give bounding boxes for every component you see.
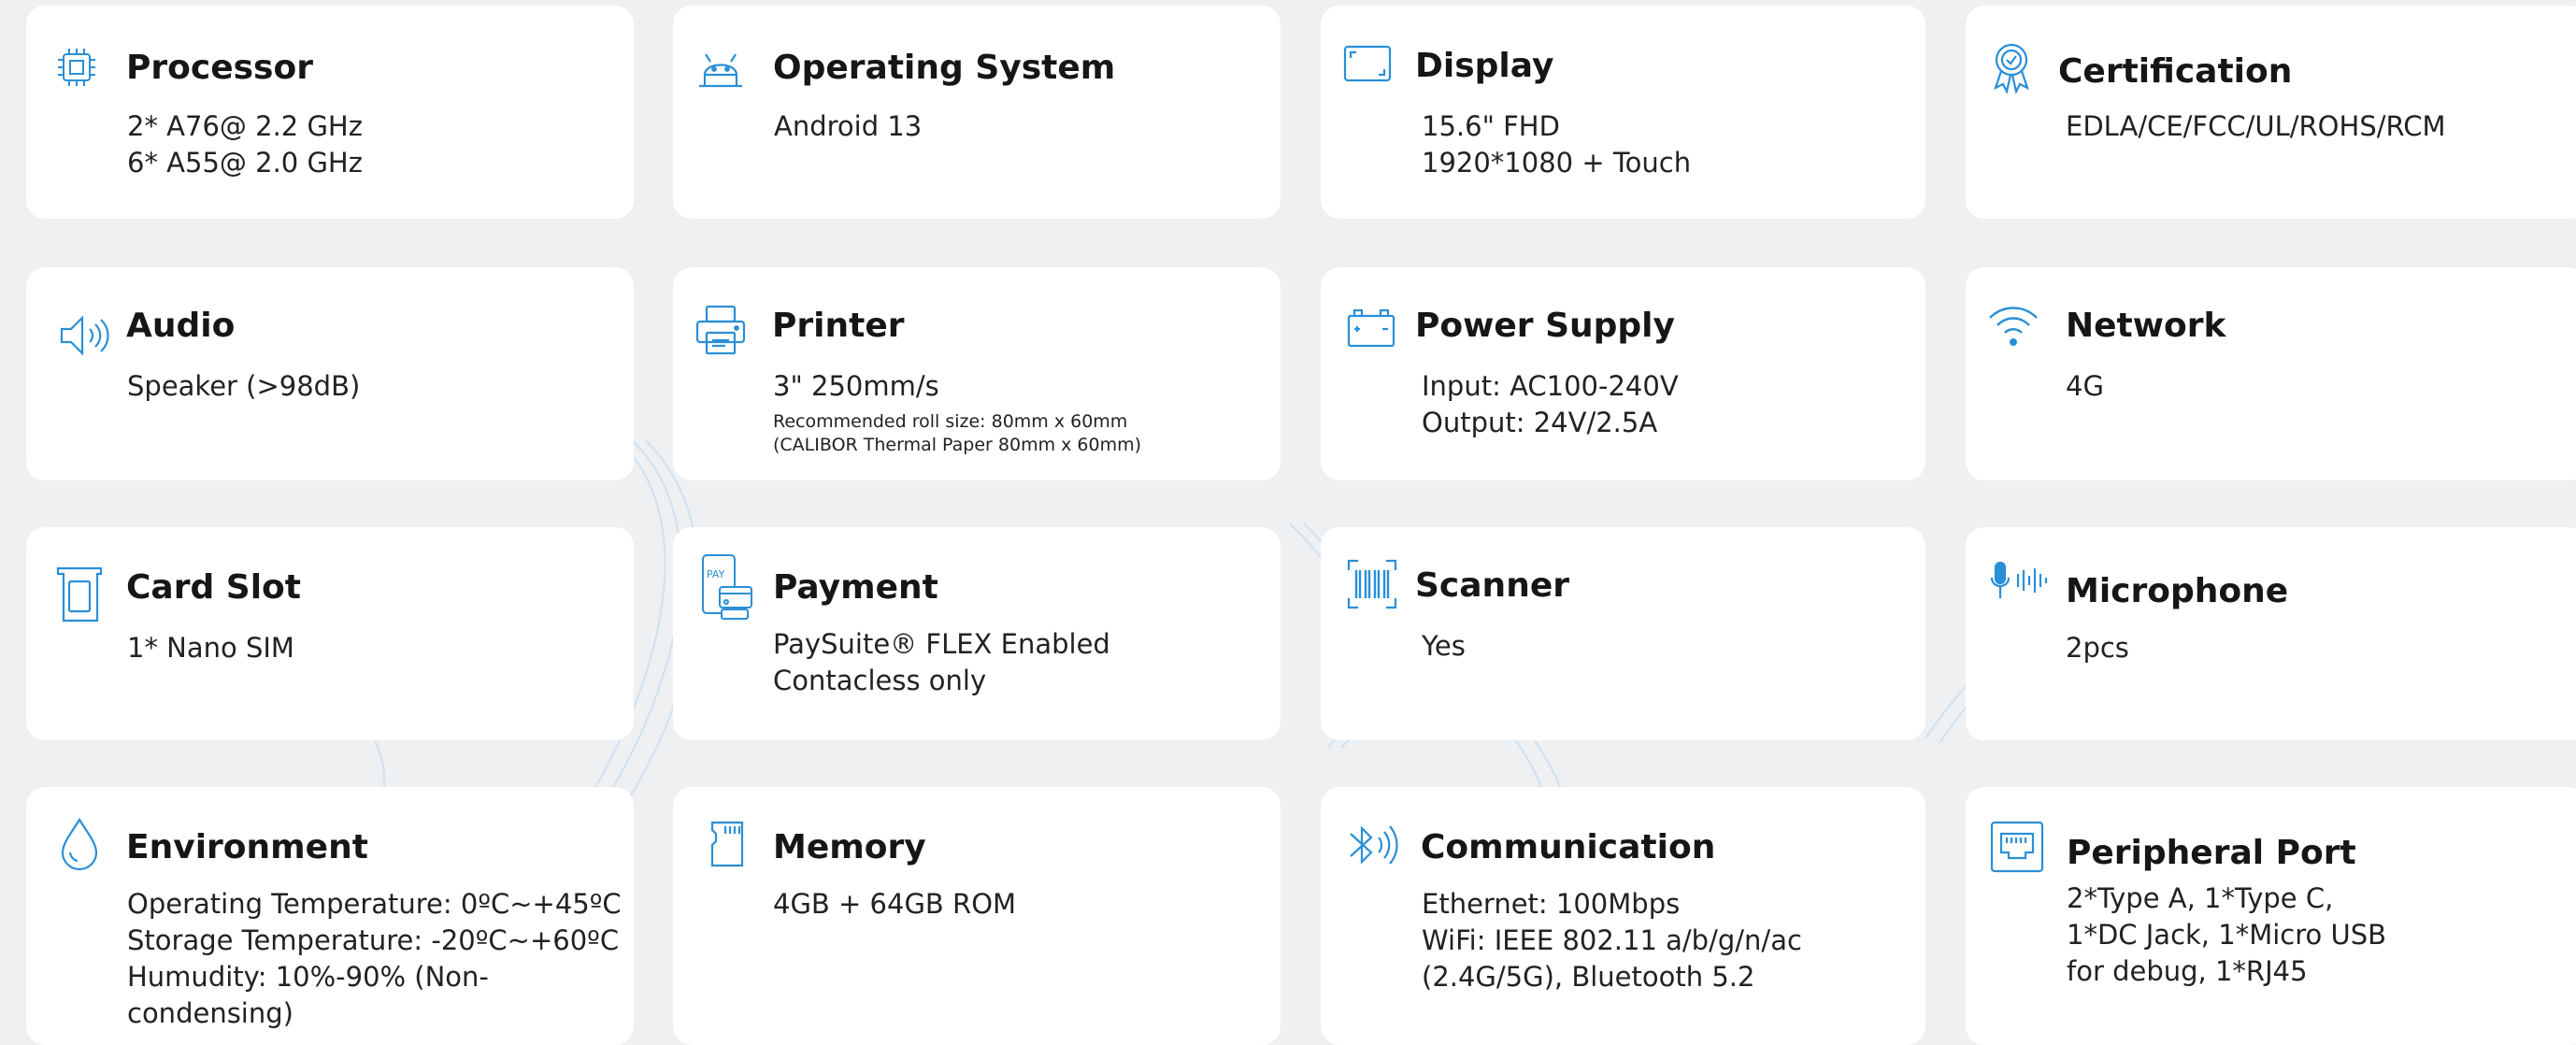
spec-value: Yes	[1422, 628, 1466, 665]
spec-value: 3" 250mm/s Recommended roll size: 80mm x…	[773, 368, 1141, 457]
spec-title: Communication	[1421, 828, 1716, 866]
spec-title: Audio	[126, 307, 236, 345]
spec-card-power-supply: Power Supply Input: AC100-240V Output: 2…	[1321, 267, 1925, 480]
spec-title: Operating System	[773, 49, 1116, 87]
spec-line: Yes	[1422, 630, 1466, 662]
spec-value: 2* A76@ 2.2 GHz 6* A55@ 2.0 GHz	[127, 108, 363, 181]
spec-line: 15.6" FHD	[1422, 110, 1560, 142]
spec-card-communication: Communication Ethernet: 100Mbps WiFi: IE…	[1321, 787, 1925, 1045]
spec-line: 1* Nano SIM	[127, 632, 294, 664]
memory-card-icon	[708, 821, 746, 867]
certification-badge-icon	[1984, 39, 2039, 93]
spec-line: 2* A76@ 2.2 GHz	[127, 110, 363, 142]
spec-line: Input: AC100-240V	[1422, 370, 1679, 402]
processor-icon	[54, 45, 99, 90]
spec-title: Microphone	[2066, 572, 2289, 610]
spec-line: Storage Temperature: -20ºC~+60ºC	[127, 924, 620, 956]
spec-title: Card Slot	[126, 568, 301, 607]
spec-line: EDLA/CE/FCC/UL/ROHS/RCM	[2066, 110, 2446, 142]
spec-line: WiFi: IEEE 802.11 a/b/g/n/ac	[1422, 924, 1802, 956]
spec-card-display: Display 15.6" FHD 1920*1080 + Touch	[1321, 6, 1925, 219]
water-drop-icon	[58, 817, 101, 871]
spec-card-operating-system: Operating System Android 13	[673, 6, 1281, 219]
svg-text:PAY: PAY	[707, 568, 725, 580]
spec-line: Ethernet: 100Mbps	[1422, 888, 1681, 920]
spec-line: 6* A55@ 2.0 GHz	[127, 147, 363, 179]
spec-line: Contacless only	[773, 665, 987, 696]
spec-card-payment: PAY Payment PaySuite® FLEX Enabled Conta…	[673, 527, 1281, 740]
spec-card-scanner: Scanner Yes	[1321, 527, 1925, 740]
spec-title: Power Supply	[1415, 307, 1675, 345]
spec-line: Humudity: 10%-90% (Non-	[127, 961, 489, 993]
spec-card-memory: Memory 4GB + 64GB ROM	[673, 787, 1281, 1045]
sim-card-icon	[56, 565, 103, 624]
spec-value: 2pcs	[2066, 630, 2129, 666]
spec-value: 15.6" FHD 1920*1080 + Touch	[1422, 108, 1691, 181]
spec-line: 3" 250mm/s	[773, 370, 939, 402]
spec-note: Recommended roll size: 80mm x 60mm	[773, 411, 1128, 432]
spec-card-network: Network 4G	[1966, 267, 2576, 480]
spec-card-certification: Certification EDLA/CE/FCC/UL/ROHS/RCM	[1966, 6, 2576, 219]
spec-line: 2*Type A, 1*Type C,	[2067, 882, 2334, 914]
bluetooth-icon	[1345, 821, 1401, 869]
spec-title: Peripheral Port	[2067, 834, 2356, 872]
display-icon	[1343, 43, 1392, 84]
spec-value: Speaker (>98dB)	[127, 368, 360, 405]
spec-line: (2.4G/5G), Bluetooth 5.2	[1422, 961, 1755, 993]
spec-card-environment: Environment Operating Temperature: 0ºC~+…	[26, 787, 634, 1045]
spec-line: Operating Temperature: 0ºC~+45ºC	[127, 888, 622, 920]
spec-line: condensing)	[127, 997, 293, 1029]
payment-icon: PAY	[701, 553, 755, 621]
ethernet-port-icon	[1990, 821, 2044, 875]
spec-value: EDLA/CE/FCC/UL/ROHS/RCM	[2066, 108, 2445, 145]
spec-title: Scanner	[1415, 566, 1569, 605]
spec-title: Network	[2066, 307, 2226, 345]
spec-value: 4GB + 64GB ROM	[773, 886, 1016, 923]
printer-icon	[694, 303, 748, 357]
wifi-icon	[1986, 299, 2040, 353]
spec-card-audio: Audio Speaker (>98dB)	[26, 267, 634, 480]
spec-line: Speaker (>98dB)	[127, 370, 361, 402]
spec-title: Memory	[773, 828, 926, 866]
spec-card-peripheral-port: Peripheral Port 2*Type A, 1*Type C, 1*DC…	[1966, 787, 2576, 1045]
spec-line: for debug, 1*RJ45	[2067, 955, 2308, 987]
speaker-icon	[56, 308, 110, 363]
spec-note: (CALIBOR Thermal Paper 80mm x 60mm)	[773, 435, 1142, 455]
spec-value: Android 13	[774, 108, 922, 145]
spec-value: 4G	[2066, 368, 2104, 405]
spec-line: 4G	[2066, 370, 2104, 402]
spec-title: Payment	[773, 568, 938, 607]
spec-line: 4GB + 64GB ROM	[773, 888, 1017, 920]
barcode-scanner-icon	[1347, 559, 1397, 609]
android-icon	[694, 41, 748, 95]
spec-line: 2pcs	[2066, 632, 2129, 664]
microphone-icon	[1990, 561, 2055, 602]
spec-value: 2*Type A, 1*Type C, 1*DC Jack, 1*Micro U…	[2067, 880, 2386, 990]
spec-title: Display	[1415, 47, 1554, 85]
spec-value: Ethernet: 100Mbps WiFi: IEEE 802.11 a/b/…	[1422, 886, 1802, 995]
spec-line: Output: 24V/2.5A	[1422, 407, 1658, 438]
spec-line: Android 13	[774, 110, 923, 142]
battery-icon	[1347, 305, 1395, 350]
spec-title: Processor	[126, 49, 313, 87]
spec-line: PaySuite® FLEX Enabled	[773, 628, 1110, 660]
spec-line: 1*DC Jack, 1*Micro USB	[2067, 919, 2386, 951]
spec-card-microphone: Microphone 2pcs	[1966, 527, 2576, 740]
spec-card-card-slot: Card Slot 1* Nano SIM	[26, 527, 634, 740]
spec-card-processor: Processor 2* A76@ 2.2 GHz 6* A55@ 2.0 GH…	[26, 6, 634, 219]
spec-line: 1920*1080 + Touch	[1422, 147, 1692, 179]
spec-title: Certification	[2058, 52, 2293, 91]
spec-value: Operating Temperature: 0ºC~+45ºC Storage…	[127, 886, 622, 1032]
spec-card-printer: Printer 3" 250mm/s Recommended roll size…	[673, 267, 1281, 480]
spec-value: 1* Nano SIM	[127, 630, 294, 666]
spec-title: Environment	[126, 828, 368, 866]
spec-title: Printer	[772, 307, 905, 345]
spec-value: PaySuite® FLEX Enabled Contacless only	[773, 626, 1110, 699]
spec-value: Input: AC100-240V Output: 24V/2.5A	[1422, 368, 1679, 441]
